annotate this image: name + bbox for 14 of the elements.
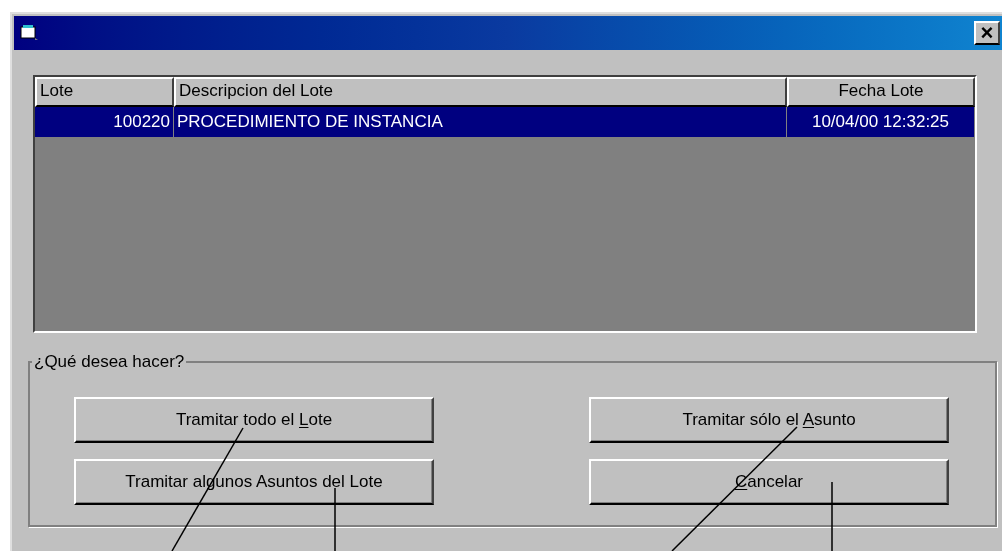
table-row[interactable]: 100220 PROCEDIMIENTO DE INSTANCIA 10/04/00 12:32:25	[35, 107, 975, 137]
table-cell: PROCEDIMIENTO DE INSTANCIA	[174, 107, 787, 137]
close-button[interactable]: ×	[974, 21, 1000, 45]
column-header[interactable]: Lote	[35, 77, 174, 107]
column-header[interactable]: Descripcion del Lote	[174, 77, 787, 107]
group-title: ¿Qué desea hacer?	[33, 351, 186, 373]
leader-line	[334, 487, 336, 551]
action-button[interactable]: Tramitar sólo el Asunto	[589, 396, 949, 443]
action-button[interactable]: Tramitar todo el Lote	[74, 396, 434, 443]
column-header[interactable]: Fecha Lote	[787, 77, 975, 107]
leader-line	[831, 481, 833, 551]
table-cell: 10/04/00 12:32:25	[787, 107, 975, 137]
window-app-icon	[20, 25, 40, 41]
table-cell: 100220	[35, 107, 174, 137]
